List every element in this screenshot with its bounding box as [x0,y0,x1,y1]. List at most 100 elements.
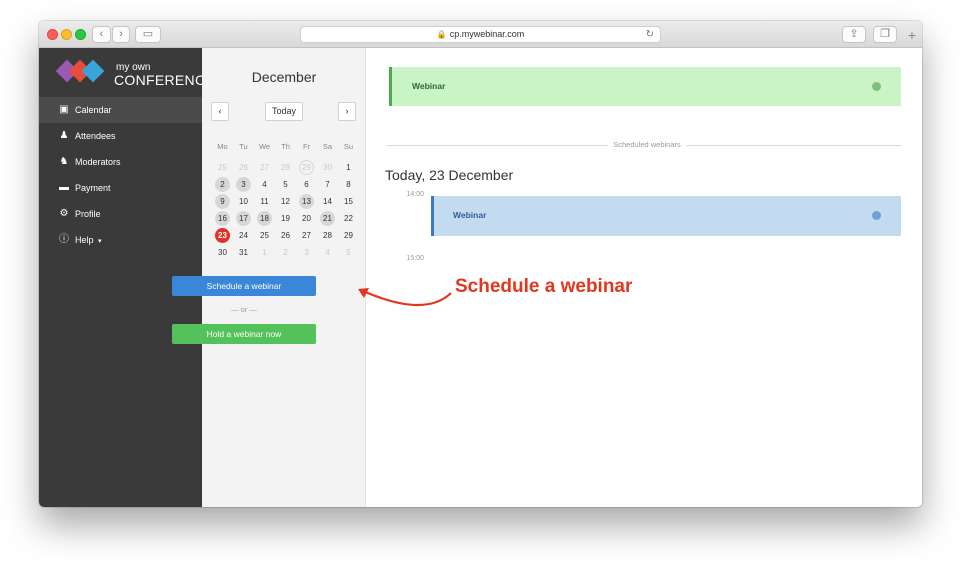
calendar-day[interactable]: 5 [341,245,356,260]
weekday-label: Fr [302,142,311,151]
section-label: Scheduled webinars [613,140,681,149]
calendar-day[interactable]: 28 [278,160,293,175]
chevron-left-icon: ‹ [218,106,222,116]
schedule-webinar-button[interactable]: Schedule a webinar [172,276,316,296]
gear-icon: ⚙ [59,208,69,219]
calendar-day[interactable]: 7 [320,177,335,192]
webinar-event[interactable]: Webinar [431,196,901,236]
maximize-window-button[interactable] [75,29,86,40]
sidebar-item-calendar[interactable]: ▣ Calendar [39,97,202,123]
browser-titlebar: ‹ › ▭ 🔒 cp.mywebinar.com ↻ ⇪ ❐ + [39,21,922,48]
calendar-day[interactable]: 24 [236,228,251,243]
logo-diamond-blue [81,59,105,83]
calendar-day-today[interactable]: 23 [215,228,230,243]
divider-right [686,145,901,146]
sidebar-item-moderators[interactable]: ♞ Moderators [39,149,202,175]
calendar-day[interactable]: 22 [341,211,356,226]
banner-title: Webinar [412,81,446,91]
moderators-icon: ♞ [59,156,69,167]
webinar-banner[interactable]: Webinar [389,67,901,106]
sidebar-item-help[interactable]: ⓘ Help ▾ [39,227,202,253]
calendar-day[interactable]: 11 [257,194,272,209]
calendar-day[interactable]: 20 [299,211,314,226]
reload-icon[interactable]: ↻ [646,27,654,42]
hold-webinar-button[interactable]: Hold a webinar now [172,324,316,344]
calendar-day[interactable]: 6 [299,177,314,192]
calendar-day[interactable]: 2 [278,245,293,260]
calendar-day[interactable]: 4 [320,245,335,260]
annotation-text: Schedule a webinar [455,276,633,297]
calendar-day[interactable]: 13 [299,194,314,209]
calendar-day[interactable]: 26 [236,160,251,175]
forward-icon[interactable]: › [112,26,130,43]
share-icon[interactable]: ⇪ [842,26,866,43]
calendar-day[interactable]: 15 [341,194,356,209]
prev-month-button[interactable]: ‹ [211,102,229,121]
weekday-label: We [258,142,271,151]
sidebar-item-profile[interactable]: ⚙ Profile [39,201,202,227]
calendar-day[interactable]: 29 [341,228,356,243]
status-dot-icon [872,211,881,220]
calendar-day[interactable]: 1 [341,160,356,175]
calendar-day[interactable]: 4 [257,177,272,192]
calendar-day[interactable]: 18 [257,211,272,226]
calendar-day[interactable]: 3 [236,177,251,192]
close-window-button[interactable] [47,29,58,40]
back-icon[interactable]: ‹ [92,26,111,43]
time-label: 14:00 [406,191,424,198]
event-title: Webinar [453,210,487,220]
main-content: Webinar Scheduled webinars Today, 23 Dec… [366,48,922,507]
calendar-day[interactable]: 1 [257,245,272,260]
sidebar-item-label: Attendees [75,131,116,141]
calendar-day[interactable]: 26 [278,228,293,243]
sidebar-item-payment[interactable]: ▬ Payment [39,175,202,201]
lock-icon: 🔒 [436,30,447,39]
next-month-button[interactable]: › [338,102,356,121]
calendar-day[interactable]: 31 [236,245,251,260]
logo-text: my own CONFERENCE [114,62,215,87]
sidebar-item-label: Calendar [75,105,112,115]
sidebar-item-label: Payment [75,183,111,193]
sidebar-item-label: Profile [75,209,101,219]
calendar-day[interactable]: 12 [278,194,293,209]
calendar-day[interactable]: 2 [215,177,230,192]
weekday-label: Su [343,142,354,151]
calendar-day[interactable]: 27 [257,160,272,175]
calendar-day[interactable]: 9 [215,194,230,209]
logo-line2: CONFERENCE [114,72,216,88]
sidebar-item-attendees[interactable]: ♟ Attendees [39,123,202,149]
minimize-window-button[interactable] [61,29,72,40]
calendar-day[interactable]: 5 [278,177,293,192]
calendar-day[interactable]: 3 [299,245,314,260]
weekday-label: Tu [239,142,248,151]
month-title: December [251,69,317,85]
calendar-day[interactable]: 14 [320,194,335,209]
calendar-icon: ▣ [59,104,69,115]
calendar-day[interactable]: 30 [215,245,230,260]
browser-window: ‹ › ▭ 🔒 cp.mywebinar.com ↻ ⇪ ❐ + my own C… [39,21,922,507]
calendar-day[interactable]: 10 [236,194,251,209]
or-separator: — or — [231,305,257,314]
calendar-day[interactable]: 29 [299,160,314,175]
weekday-label: Sa [322,142,333,151]
new-tab-icon[interactable]: + [903,28,921,45]
address-bar[interactable]: 🔒 cp.mywebinar.com ↻ [300,26,661,43]
calendar-day[interactable]: 8 [341,177,356,192]
calendar-day[interactable]: 25 [257,228,272,243]
calendar-day[interactable]: 21 [320,211,335,226]
calendar-day[interactable]: 27 [299,228,314,243]
chevron-down-icon: ▾ [98,238,102,245]
tabs-icon[interactable]: ❐ [873,26,897,43]
calendar-day[interactable]: 16 [215,211,230,226]
calendar-day[interactable]: 25 [215,160,230,175]
calendar-day[interactable]: 28 [320,228,335,243]
card-icon: ▬ [59,182,69,193]
attendees-icon: ♟ [59,130,69,141]
calendar-day[interactable]: 19 [278,211,293,226]
calendar-day[interactable]: 17 [236,211,251,226]
sidebar-item-label: Help [75,235,94,245]
today-button[interactable]: Today [265,102,303,121]
calendar-day[interactable]: 30 [320,160,335,175]
weekday-label: Mo [217,142,228,151]
sidebar-toggle-icon[interactable]: ▭ [135,26,161,43]
